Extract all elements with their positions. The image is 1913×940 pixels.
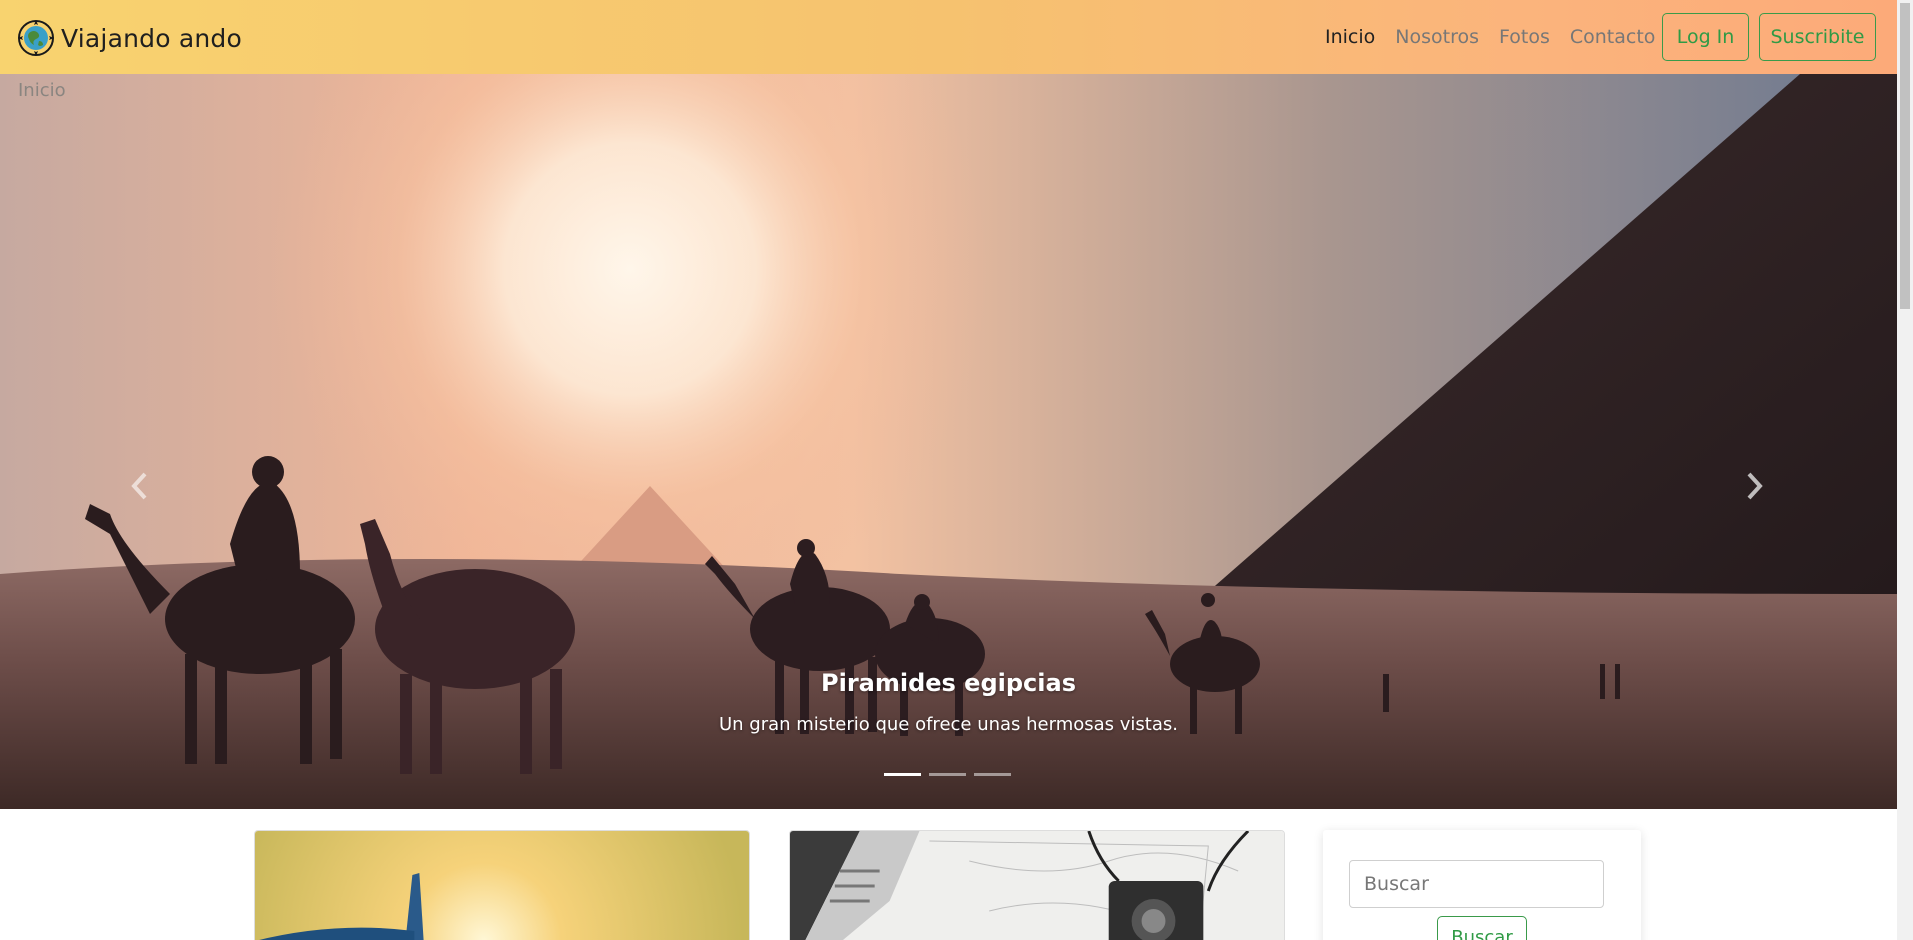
carousel-indicator[interactable] [974, 773, 1011, 776]
carousel-prev-button[interactable] [120, 466, 160, 506]
nav-link-contacto[interactable]: Contacto [1560, 22, 1666, 52]
slide-title: Piramides egipcias [821, 669, 1076, 697]
page-scrollbar[interactable] [1897, 0, 1913, 940]
carousel-next-button[interactable] [1734, 466, 1774, 506]
chevron-right-icon [1747, 472, 1763, 500]
login-button[interactable]: Log In [1662, 13, 1749, 61]
laptop-camera-map-image [790, 831, 1284, 940]
nav-links: Inicio Nosotros Fotos Contacto [1315, 22, 1665, 52]
brand-name: Viajando ando [61, 23, 242, 53]
nav-link-fotos[interactable]: Fotos [1489, 22, 1560, 52]
nav-link-inicio[interactable]: Inicio [1315, 22, 1385, 52]
hero-carousel: Inicio Piramides egipcias Un gran mister… [0, 74, 1897, 809]
carousel-indicator[interactable] [884, 773, 921, 776]
brand-link[interactable]: Viajando ando [17, 19, 242, 57]
scrollbar-thumb[interactable] [1900, 3, 1910, 309]
chevron-left-icon [131, 472, 147, 500]
search-panel: Buscar [1323, 830, 1641, 940]
breadcrumb[interactable]: Inicio [18, 80, 66, 101]
navbar: Viajando ando Inicio Nosotros Fotos Cont… [0, 0, 1897, 74]
card-airplane[interactable] [254, 830, 750, 940]
globe-compass-icon [18, 20, 54, 56]
card-travel-desk[interactable] [789, 830, 1285, 940]
slide-text: Un gran misterio que ofrece unas hermosa… [718, 714, 1178, 735]
airplane-sunset-image [255, 831, 749, 940]
hero-slide-image [0, 74, 1897, 809]
nav-link-nosotros[interactable]: Nosotros [1385, 22, 1489, 52]
search-button[interactable]: Buscar [1437, 916, 1527, 940]
subscribe-button[interactable]: Suscribite [1759, 13, 1876, 61]
carousel-indicator[interactable] [929, 773, 966, 776]
carousel-indicators [884, 773, 1011, 776]
search-input[interactable] [1349, 860, 1604, 908]
